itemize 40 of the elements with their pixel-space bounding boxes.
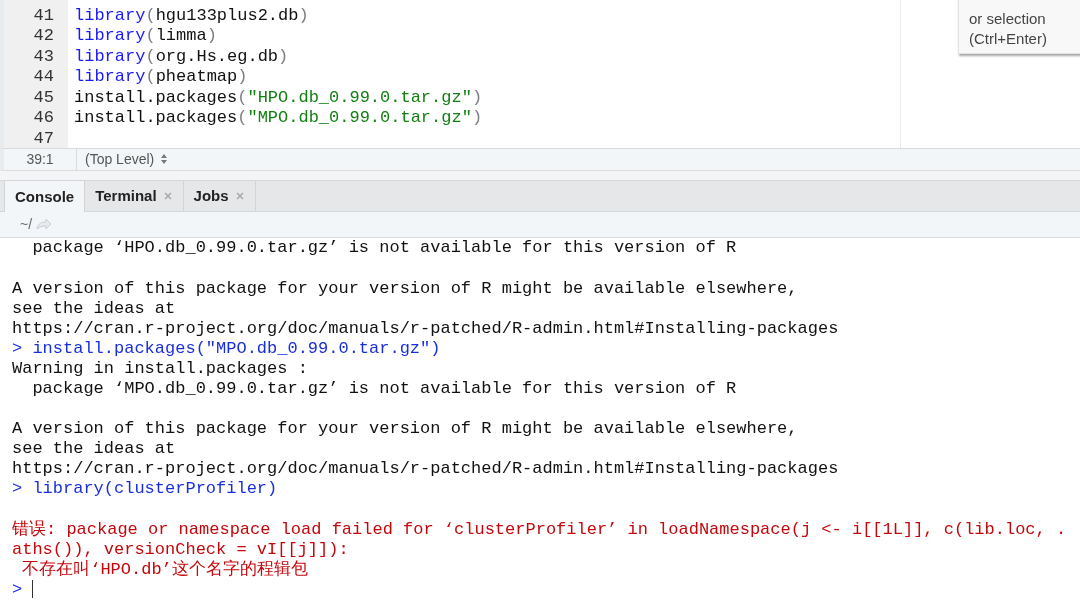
text-cursor [32, 580, 34, 599]
code-line: install.packages("HPO.db_0.99.0.tar.gz") [74, 87, 483, 107]
console-output: package ‘MPO.db_0.99.0.tar.gz’ is not available for this version of R [31, 378, 738, 400]
arrow-icon[interactable] [35, 217, 54, 232]
error-message: 不存在叫‘HPO.db’这个名字的程辑包 [21, 559, 309, 580]
code-line: library(org.Hs.eg.db) [74, 46, 289, 66]
code-line: install.packages("MPO.db_0.99.0.tar.gz") [74, 108, 483, 128]
cursor-position: 39:1 [4, 149, 77, 170]
working-directory: ~/ [20, 216, 33, 233]
tooltip-text: or selection [969, 9, 1047, 29]
scope-selector[interactable]: (Top Level) [77, 151, 177, 168]
line-number: 45 [32, 87, 54, 107]
line-number: 41 [32, 5, 54, 25]
console-output: package ‘HPO.db_0.99.0.tar.gz’ is not available for this version of R [31, 238, 738, 259]
up-down-icon [160, 153, 169, 166]
panel-tab[interactable]: Console [4, 180, 86, 212]
line-number: 47 [32, 128, 54, 148]
console-output: see the ideas at [12, 439, 177, 460]
console-prompt: > [12, 579, 23, 599]
line-number: 43 [32, 46, 54, 66]
console-output: Warning in install.packages : [12, 358, 309, 379]
line-number: 42 [32, 26, 54, 46]
console-command: > library(clusterProfiler) [12, 479, 279, 500]
console-output: see the ideas at [12, 298, 177, 319]
console-output: A version of this package for your version of R might be available elsewhere, [12, 278, 799, 299]
pane-splitter[interactable] [0, 170, 1080, 180]
error-message: 错误: package or namespace load failed for ‘clusterProfiler’ in loadNamespace(j <- i[[1L]], c(lib.loc, . [12, 519, 1068, 540]
close-icon[interactable] [234, 190, 245, 201]
console-output: https://cran.r-project.org/doc/manuals/r-patched/R-admin.html#Installing-packages [12, 318, 840, 339]
console-output: A version of this package for your version of R might be available elsewhere, [12, 419, 799, 440]
line-number: 44 [32, 67, 54, 87]
code-line: library(limma) [74, 26, 217, 46]
code-line: library(hgu133plus2.db) [74, 5, 309, 25]
close-icon[interactable] [162, 190, 173, 201]
error-message: aths()), versionCheck = vI[[j]]): [12, 539, 350, 559]
tooltip-text: (Ctrl+Enter) [969, 29, 1048, 49]
line-number: 46 [32, 108, 54, 128]
code-line: library(pheatmap) [74, 67, 248, 87]
console-output: https://cran.r-project.org/doc/manuals/r-patched/R-admin.html#Installing-packages [12, 459, 840, 480]
console-command: > install.packages("MPO.db_0.99.0.tar.gz") [12, 338, 442, 359]
